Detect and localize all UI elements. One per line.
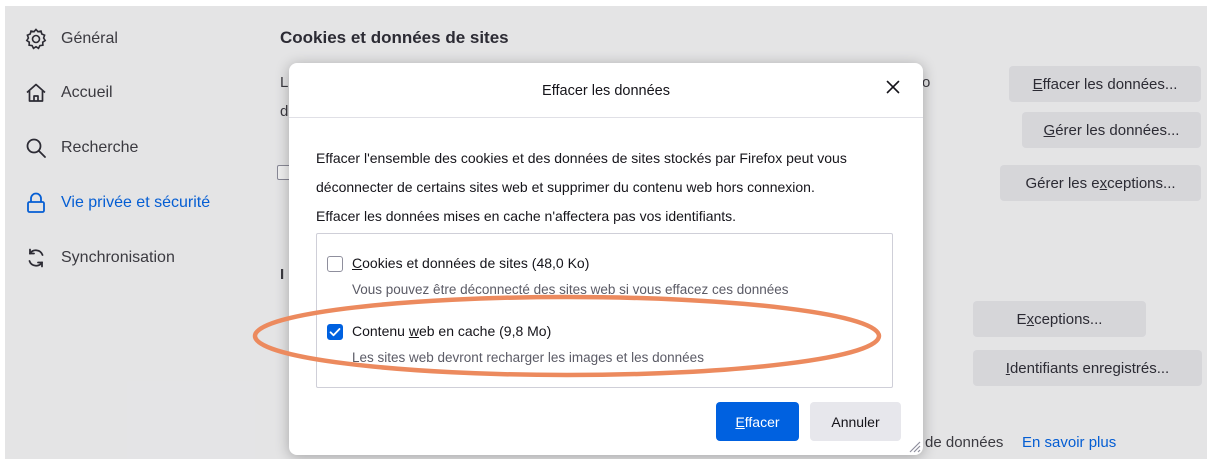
highlight-ellipse [252, 294, 882, 378]
